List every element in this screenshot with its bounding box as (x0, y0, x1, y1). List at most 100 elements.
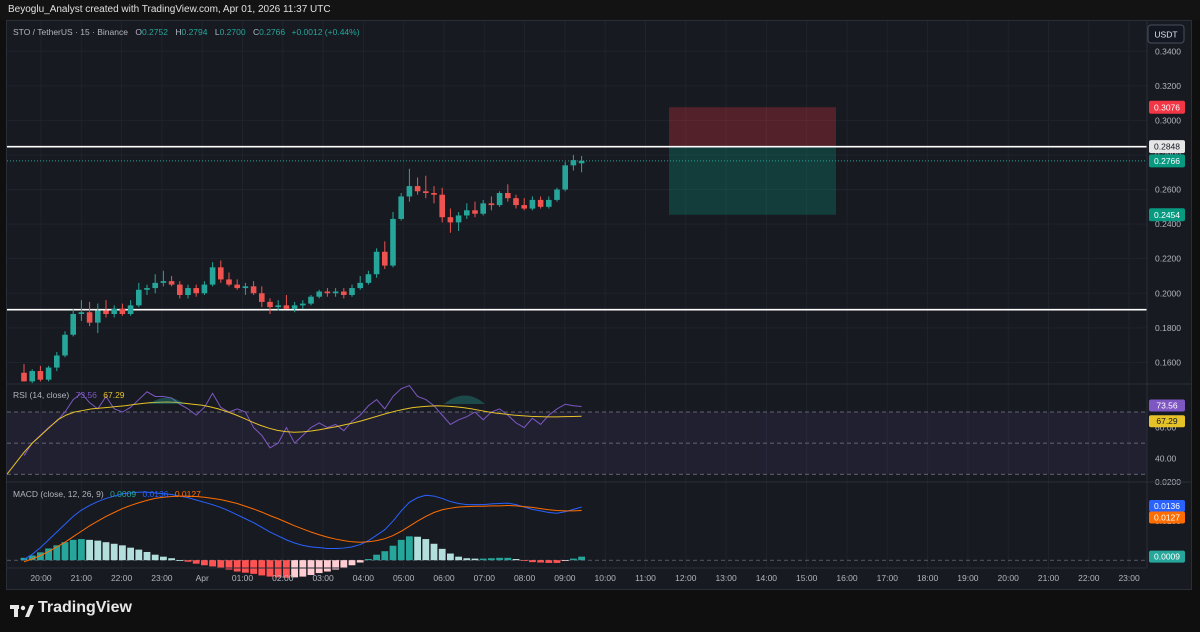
candle[interactable] (324, 291, 331, 294)
candle[interactable] (127, 305, 134, 314)
candle[interactable] (250, 286, 257, 294)
candle[interactable] (300, 303, 306, 306)
candle[interactable] (209, 267, 216, 285)
candle[interactable] (455, 215, 462, 223)
candle[interactable] (45, 367, 52, 380)
candle[interactable] (234, 284, 240, 289)
macd-histogram-bar[interactable] (233, 560, 241, 572)
macd-histogram-bar[interactable] (151, 554, 159, 561)
macd-histogram-bar[interactable] (143, 551, 151, 561)
candle[interactable] (472, 210, 478, 214)
macd-histogram-bar[interactable] (455, 556, 462, 561)
candle[interactable] (177, 284, 183, 295)
currency-button[interactable]: USDT (1147, 24, 1185, 44)
candle[interactable] (168, 281, 175, 285)
candle[interactable] (373, 251, 380, 275)
candle[interactable] (488, 203, 495, 206)
macd-histogram-bar[interactable] (365, 559, 372, 561)
candle[interactable] (29, 371, 35, 382)
candle[interactable] (136, 289, 142, 306)
macd-histogram-bar[interactable] (373, 554, 380, 561)
candle[interactable] (70, 313, 76, 335)
macd-histogram-bar[interactable] (135, 549, 143, 561)
candle[interactable] (406, 186, 413, 197)
macd-histogram-bar[interactable] (348, 560, 356, 566)
candle[interactable] (21, 372, 27, 382)
candle[interactable] (54, 355, 60, 368)
candle[interactable] (103, 310, 109, 314)
candle[interactable] (86, 312, 93, 323)
candle[interactable] (242, 286, 249, 289)
macd-histogram-bar[interactable] (110, 543, 118, 561)
candle[interactable] (185, 288, 191, 295)
macd-histogram-bar[interactable] (520, 560, 528, 561)
candle[interactable] (316, 291, 322, 297)
candle[interactable] (382, 251, 388, 266)
macd-histogram-bar[interactable] (324, 560, 331, 572)
macd-histogram-bar[interactable] (553, 560, 561, 563)
candle[interactable] (505, 192, 511, 199)
macd-histogram-bar[interactable] (504, 557, 512, 561)
candle[interactable] (447, 217, 454, 223)
macd-histogram-bar[interactable] (414, 536, 421, 561)
chart-frame[interactable]: 20:00 21:00 22:00 23:00 Apr 01:00 02:00 03:00 04… (6, 20, 1192, 590)
candle[interactable] (398, 196, 404, 219)
macd-histogram-bar[interactable] (447, 553, 454, 561)
macd-histogram-bar[interactable] (422, 539, 430, 561)
macd-histogram-bar[interactable] (488, 558, 495, 561)
macd-histogram-bar[interactable] (53, 545, 61, 561)
macd-histogram-bar[interactable] (356, 560, 364, 563)
macd-histogram-bar[interactable] (69, 539, 77, 561)
candle[interactable] (95, 310, 101, 323)
macd-histogram-bar[interactable] (496, 557, 503, 561)
macd-histogram-bar[interactable] (192, 560, 200, 564)
candle[interactable] (283, 305, 290, 309)
macd-histogram-bar[interactable] (242, 560, 249, 573)
candle[interactable] (513, 198, 519, 206)
macd-histogram-bar[interactable] (86, 539, 93, 561)
candle[interactable] (275, 305, 281, 308)
macd-histogram-bar[interactable] (250, 560, 257, 574)
macd-histogram-bar[interactable] (381, 551, 389, 561)
candle[interactable] (480, 203, 486, 214)
candle[interactable] (259, 293, 265, 302)
macd-histogram-bar[interactable] (160, 556, 167, 561)
candle[interactable] (332, 291, 339, 294)
candle[interactable] (562, 165, 568, 190)
macd-histogram-bar[interactable] (545, 560, 553, 563)
macd-histogram-bar[interactable] (397, 539, 405, 561)
candle[interactable] (226, 279, 232, 285)
macd-histogram-bar[interactable] (176, 560, 184, 561)
chart-svg[interactable]: 20:00 21:00 22:00 23:00 Apr 01:00 02:00 03:00 04… (6, 21, 1191, 589)
macd-histogram-bar[interactable] (512, 559, 520, 561)
candle[interactable] (414, 186, 421, 192)
candle[interactable] (119, 308, 126, 314)
candle[interactable] (570, 160, 577, 166)
macd-histogram-bar[interactable] (479, 558, 487, 561)
macd-histogram-bar[interactable] (570, 558, 577, 561)
candle[interactable] (160, 281, 167, 283)
candle[interactable] (496, 192, 503, 206)
macd-histogram-bar[interactable] (430, 543, 438, 561)
candle[interactable] (62, 334, 68, 356)
macd-histogram-bar[interactable] (102, 542, 110, 561)
macd-histogram-bar[interactable] (561, 560, 569, 561)
macd-histogram-bar[interactable] (209, 560, 216, 567)
macd-histogram-bar[interactable] (61, 542, 69, 561)
candle[interactable] (423, 191, 429, 193)
macd-histogram-bar[interactable] (471, 558, 479, 561)
macd-histogram-bar[interactable] (529, 560, 536, 563)
candle[interactable] (464, 210, 470, 216)
candle[interactable] (521, 205, 527, 209)
candle[interactable] (390, 218, 396, 266)
candle[interactable] (291, 305, 298, 309)
macd-histogram-bar[interactable] (578, 556, 585, 561)
macd-histogram-bar[interactable] (184, 560, 192, 562)
candle[interactable] (201, 284, 208, 294)
candle[interactable] (152, 282, 158, 289)
target-zone[interactable] (669, 146, 836, 215)
candle[interactable] (357, 282, 363, 289)
candle[interactable] (144, 288, 150, 290)
macd-histogram-bar[interactable] (119, 545, 126, 561)
candle[interactable] (578, 160, 585, 164)
